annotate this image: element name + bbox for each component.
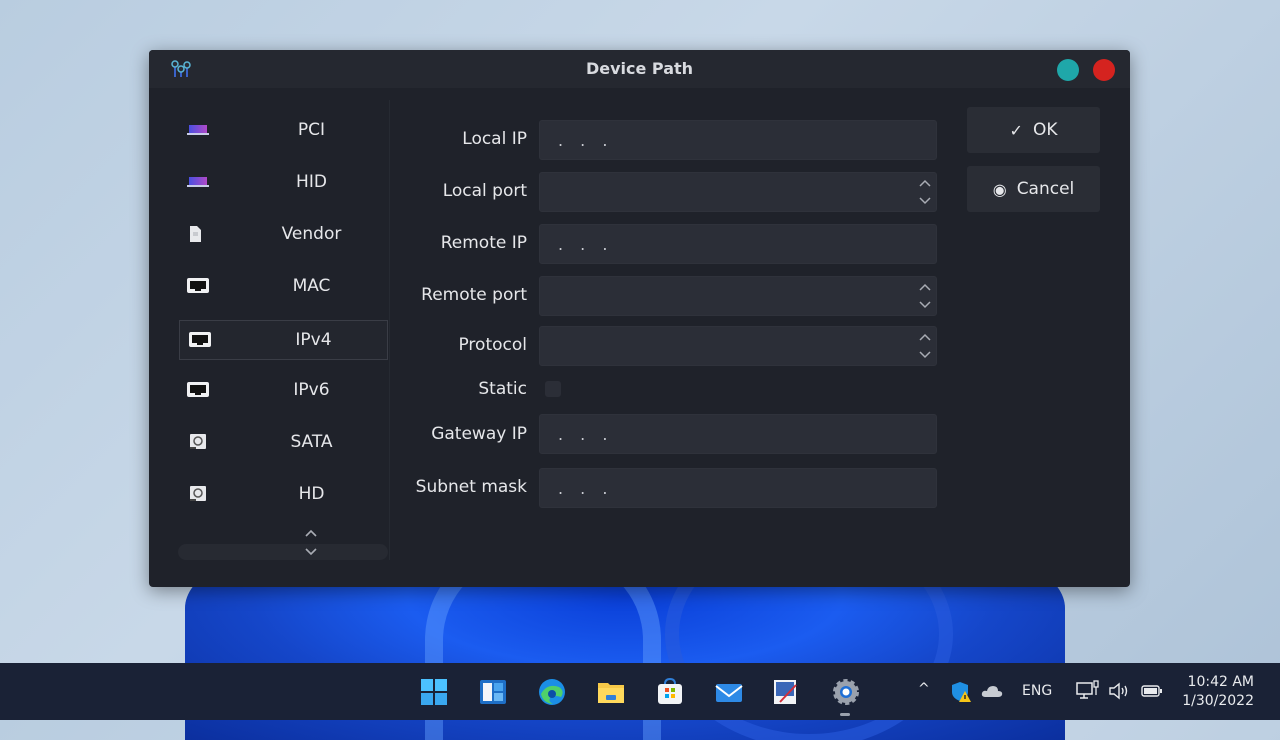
windows-start-icon[interactable] — [419, 677, 449, 707]
close-button[interactable] — [1093, 59, 1115, 81]
ethernet-port-icon — [187, 278, 209, 293]
tray-overflow-chevron-icon[interactable]: ^ — [918, 681, 930, 697]
protocol-spinbox[interactable] — [539, 326, 937, 366]
window-title: Device Path — [585, 59, 694, 78]
active-app-indicator — [840, 713, 850, 716]
ok-button-label: OK — [1032, 120, 1058, 140]
clock-date: 1/30/2022 — [1182, 693, 1254, 709]
hard-drive-icon — [190, 434, 206, 449]
subnet-mask-label: Subnet mask — [415, 477, 527, 497]
network-icon[interactable] — [1076, 680, 1100, 702]
clock-time: 10:42 AM — [1187, 674, 1254, 690]
title-bar[interactable]: Device Path — [149, 50, 1130, 88]
checkmark-icon: ✓ — [1009, 120, 1023, 140]
document-icon — [190, 226, 201, 242]
chevron-up-icon[interactable] — [915, 328, 935, 346]
chevron-up-icon[interactable] — [915, 174, 935, 192]
subnet-mask-input[interactable] — [539, 468, 937, 508]
hard-drive-icon — [190, 486, 206, 501]
volume-icon[interactable] — [1108, 682, 1130, 700]
battery-icon[interactable] — [1141, 684, 1163, 698]
cancel-button[interactable]: ◉ Cancel — [967, 166, 1100, 212]
edge-browser-icon[interactable] — [537, 677, 567, 707]
chevron-down-icon[interactable] — [915, 192, 935, 210]
static-checkbox[interactable] — [545, 381, 561, 397]
cancel-button-label: Cancel — [1016, 179, 1075, 199]
minimize-button[interactable] — [1057, 59, 1079, 81]
settings-gear-icon[interactable] — [831, 677, 861, 707]
laptop-icon — [187, 125, 209, 135]
ethernet-port-icon — [189, 332, 211, 347]
local-ip-label: Local IP — [462, 129, 527, 149]
chevron-up-icon[interactable] — [304, 528, 318, 538]
taskbar: ^ ENG 10:42 AM 1/30/2022 — [0, 663, 1280, 720]
remote-port-spinbox[interactable] — [539, 276, 937, 316]
chevron-up-icon[interactable] — [915, 278, 935, 296]
cancel-circle-icon: ◉ — [992, 179, 1007, 199]
chevron-down-icon[interactable] — [304, 547, 318, 557]
laptop-icon — [187, 177, 209, 187]
language-indicator[interactable]: ENG — [1022, 683, 1052, 699]
protocol-label: Protocol — [458, 335, 527, 355]
remote-port-label: Remote port — [421, 285, 527, 305]
local-port-label: Local port — [442, 181, 527, 201]
widgets-icon[interactable] — [478, 677, 508, 707]
chevron-down-icon[interactable] — [915, 346, 935, 364]
ethernet-port-icon — [187, 382, 209, 397]
gateway-ip-label: Gateway IP — [431, 424, 527, 444]
sidebar-scrollbar-track[interactable] — [178, 544, 388, 560]
sidebar-scroller — [178, 522, 388, 562]
file-explorer-icon[interactable] — [596, 677, 626, 707]
mail-icon[interactable] — [714, 677, 744, 707]
microsoft-store-icon[interactable] — [655, 677, 685, 707]
paint-icon[interactable] — [770, 677, 800, 707]
device-path-dialog: Device Path PCI HID Vendor MAC IPv4 IPv6 — [149, 50, 1130, 587]
chevron-down-icon[interactable] — [915, 296, 935, 314]
local-ip-input[interactable] — [539, 120, 937, 160]
gateway-ip-input[interactable] — [539, 414, 937, 454]
remote-ip-input[interactable] — [539, 224, 937, 264]
onedrive-cloud-icon[interactable] — [981, 684, 1003, 698]
remote-ip-label: Remote IP — [440, 233, 527, 253]
local-port-spinbox[interactable] — [539, 172, 937, 212]
clock[interactable]: 10:42 AM 1/30/2022 — [1182, 673, 1254, 711]
security-warning-icon[interactable] — [950, 681, 972, 703]
ok-button[interactable]: ✓ OK — [967, 107, 1100, 153]
static-label: Static — [478, 379, 527, 399]
